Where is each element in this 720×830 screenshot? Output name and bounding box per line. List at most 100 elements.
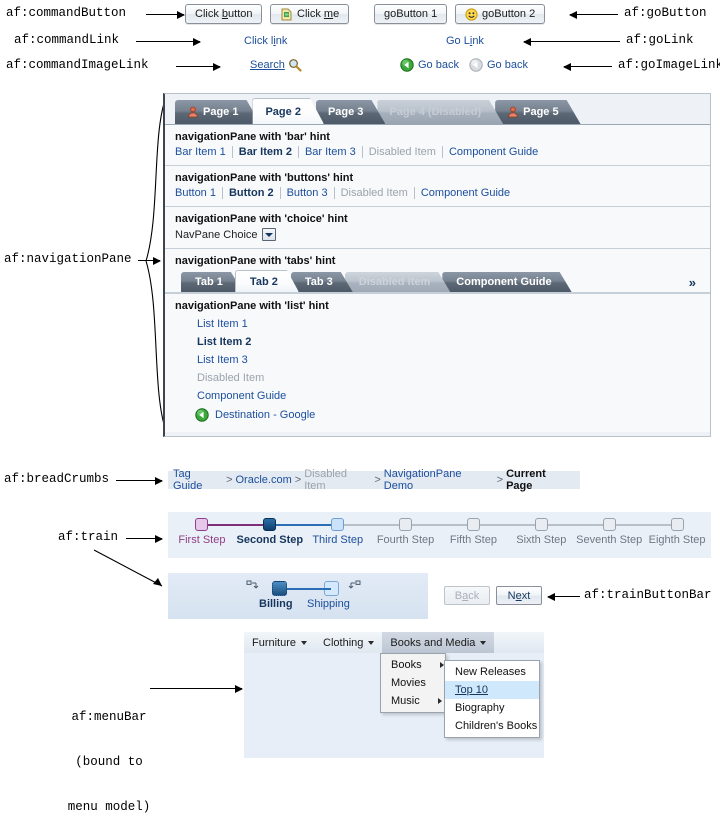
breadcrumb-item-3[interactable]: NavigationPane Demo	[384, 468, 494, 492]
list-item-2[interactable]: List Item 3	[175, 351, 700, 369]
submenu-item-books[interactable]: Books	[381, 656, 445, 674]
breadcrumb: Tag Guide > Oracle.com > Disabled Item >…	[168, 468, 580, 492]
train-step-0[interactable]: First Step	[168, 518, 270, 546]
submenu-books-and-media: Books Movies Music	[380, 653, 448, 713]
train-step-6: Seventh Step	[575, 518, 678, 546]
submenu-books-item-top-10-label: Top 10	[455, 684, 489, 696]
train-step-2-node	[331, 518, 345, 531]
tab-1-label: Tab 2	[249, 275, 278, 288]
bar-item-1[interactable]: Bar Item 2	[233, 146, 298, 158]
submenu-books-item-top-10[interactable]: Top 10	[445, 681, 539, 699]
chevron-down-icon[interactable]	[261, 228, 276, 241]
annotation-menu-bar: af:menuBar (bound to menu model)	[34, 680, 184, 830]
go-image-link-2-label: Go back	[487, 59, 528, 71]
bar-item-0[interactable]: Bar Item 1	[175, 146, 232, 158]
navpane-choice-select[interactable]: NavPane Choice	[175, 228, 276, 241]
train-connector	[541, 524, 610, 526]
section-buttons-hint: navigationPane with 'buttons' hint Butto…	[165, 166, 710, 207]
submenu-books-item-biography-label: Biography	[455, 702, 505, 714]
list-item-5[interactable]: Destination - Google	[175, 405, 700, 425]
chevron-down-icon	[301, 640, 308, 645]
tab-4[interactable]: Component Guide	[442, 272, 571, 292]
page-tab-2[interactable]: Page 3	[316, 100, 385, 124]
go-button-2[interactable]: goButton 2	[455, 4, 546, 24]
list-item-4[interactable]: Component Guide	[175, 387, 700, 405]
breadcrumb-separator: >	[226, 474, 233, 486]
tabs-overflow-icon[interactable]: »	[689, 275, 696, 290]
menu-item-clothing[interactable]: Clothing	[315, 632, 382, 653]
page-tab-4[interactable]: Page 5	[495, 100, 580, 124]
command-link[interactable]: Click link	[244, 35, 287, 47]
train-step-1[interactable]: Second Step	[236, 518, 338, 546]
section-bar-hint-title: navigationPane with 'bar' hint	[175, 131, 330, 143]
go-button-1[interactable]: goButton 1	[374, 4, 448, 24]
bar-item-4[interactable]: Component Guide	[443, 146, 544, 158]
list-item-0[interactable]: List Item 1	[175, 315, 700, 333]
command-button-1[interactable]: Click button	[185, 4, 263, 24]
go-link-post: nk	[472, 35, 484, 47]
arrow-train-button-bar	[547, 592, 580, 601]
train-step-2-label: Third Step	[312, 534, 364, 546]
menu-item-books-and-media-label: Books and Media	[390, 636, 476, 649]
section-list-hint-title: navigationPane with 'list' hint	[175, 300, 329, 312]
annotation-train: af:train	[58, 530, 119, 544]
mini-train-step-1-label[interactable]: Shipping	[307, 598, 350, 610]
button-item-2[interactable]: Button 3	[281, 187, 334, 199]
page-tab-0[interactable]: Page 1	[175, 100, 260, 124]
breadcrumb-item-0[interactable]: Tag Guide	[173, 468, 223, 492]
breadcrumb-item-4: Current Page	[506, 468, 546, 492]
train-step-6-node	[602, 518, 616, 531]
annotation-menu-bar-line1: af:menuBar	[71, 710, 147, 724]
tab-2[interactable]: Tab 3	[291, 272, 353, 292]
bar-item-2[interactable]: Bar Item 3	[299, 146, 362, 158]
page-tab-strip: Page 1 Page 2 Page 3 Page 4 (Disabled) P…	[165, 94, 710, 124]
go-link-pre: Go L	[446, 35, 470, 47]
go-link[interactable]: Go Link	[446, 35, 484, 47]
next-button[interactable]: Ne xt	[496, 586, 542, 605]
section-bar-hint: navigationPane with 'bar' hint Bar Item …	[165, 125, 710, 166]
menu-item-books-and-media[interactable]: Books and Media	[382, 632, 495, 653]
annotation-command-link: af:commandLink	[14, 33, 120, 47]
back-button-pre: B	[454, 589, 463, 602]
breadcrumb-item-1[interactable]: Oracle.com	[236, 474, 292, 486]
train-step-2[interactable]: Third Step	[304, 518, 406, 546]
command-button-1-pre: Click	[195, 8, 222, 20]
train-step-5-label: Sixth Step	[516, 534, 567, 546]
submenu-item-music[interactable]: Music	[381, 692, 445, 710]
button-item-0[interactable]: Button 1	[175, 187, 222, 199]
go-image-link-2[interactable]: Go back	[469, 58, 528, 72]
menu-item-furniture[interactable]: Furniture	[244, 632, 315, 653]
command-image-link[interactable]: Search	[250, 58, 302, 72]
submenu-books-item-biography[interactable]: Biography	[445, 699, 539, 717]
arrow-train	[126, 534, 163, 543]
mini-train-step-0-label[interactable]: Billing	[259, 598, 293, 610]
user-icon	[187, 106, 199, 118]
menu-bar-area: Furniture Clothing Books and Media Books…	[244, 632, 544, 758]
button-item-4[interactable]: Component Guide	[415, 187, 516, 199]
go-button-1-label: goButton 1	[374, 4, 448, 24]
train-step-3: Fourth Step	[372, 518, 474, 546]
tab-4-label: Component Guide	[456, 276, 552, 288]
train-start-overflow-icon[interactable]	[246, 579, 259, 592]
train-step-4: Fifth Step	[440, 518, 542, 546]
command-button-1-post: utton	[228, 8, 253, 20]
tab-2-label: Tab 3	[304, 276, 333, 288]
tab-0[interactable]: Tab 1	[181, 272, 243, 292]
mini-train-connector	[287, 588, 331, 590]
submenu-books-item-childrens-books[interactable]: Children's Books	[445, 717, 539, 735]
button-item-1[interactable]: Button 2	[223, 187, 280, 199]
command-button-2[interactable]: Click me	[270, 4, 350, 24]
page-tab-3: Page 4 (Disabled)	[377, 100, 503, 124]
command-button-2-pre: Click	[297, 8, 324, 20]
list-item-5-label: Destination - Google	[215, 409, 316, 421]
go-image-link-1[interactable]: Go back	[400, 58, 459, 72]
arrow-command-link	[136, 37, 201, 46]
chevron-right-icon	[439, 662, 444, 668]
page-tab-1[interactable]: Page 2	[252, 98, 323, 124]
tab-1[interactable]: Tab 2	[235, 270, 299, 292]
list-item-1[interactable]: List Item 2	[175, 333, 700, 351]
submenu-item-movies[interactable]: Movies	[381, 674, 448, 692]
submenu-books-item-new-releases[interactable]: New Releases	[445, 663, 539, 681]
train-end-overflow-icon[interactable]	[348, 579, 361, 592]
submenu-item-movies-label: Movies	[391, 677, 426, 689]
